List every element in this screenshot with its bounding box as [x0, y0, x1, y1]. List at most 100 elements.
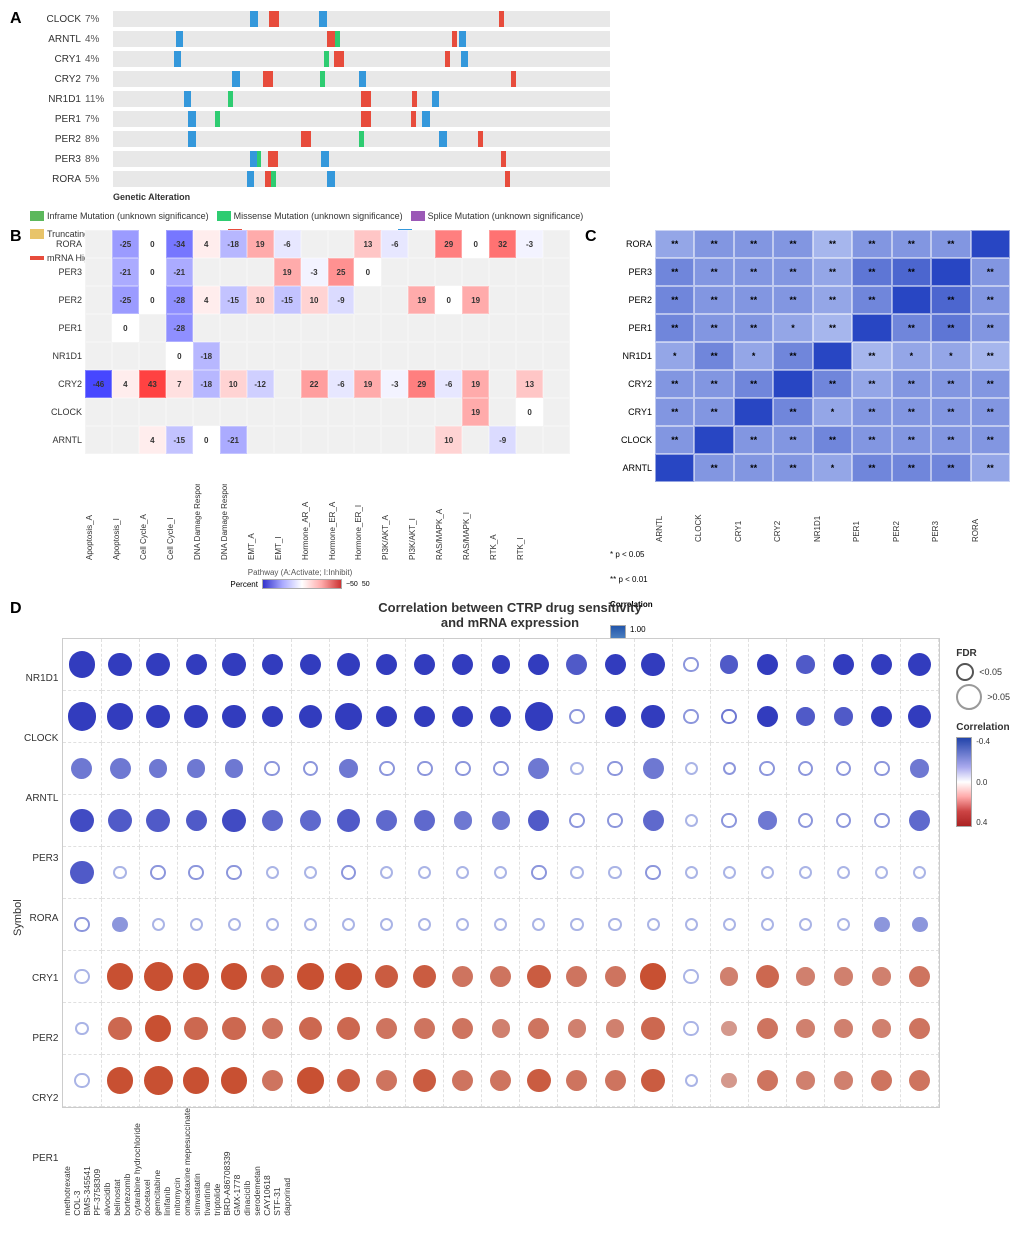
- heatmap-b-cell: 19: [462, 286, 489, 314]
- heatmap-b-row-label: PER2: [30, 286, 85, 314]
- dot-cell: [444, 639, 482, 691]
- dot: [647, 918, 660, 931]
- onco-bar: [268, 151, 278, 167]
- heatmap-b-cell: [489, 398, 516, 426]
- fdr-large: >0.05: [956, 684, 1010, 710]
- panel-b: RORA-250-344-1819-613-629032-3PER3-210-2…: [10, 230, 570, 589]
- onco-bar: [327, 171, 334, 187]
- dot: [112, 917, 128, 933]
- dot: [834, 967, 852, 985]
- dot: [683, 709, 699, 725]
- dot-x-label: omacetaxine mepesuccinate: [182, 1108, 192, 1220]
- dot: [74, 1073, 90, 1089]
- corr-cell: **: [773, 230, 812, 258]
- dot-cell: [254, 639, 292, 691]
- heatmap-b-cell: 13: [516, 370, 543, 398]
- dot: [375, 965, 399, 989]
- dot: [413, 965, 437, 989]
- dot: [683, 1021, 699, 1037]
- dot: [759, 761, 775, 777]
- corr-cell: [773, 370, 812, 398]
- gene-pct-nr1d1: 11%: [85, 94, 113, 105]
- corr-cell: **: [694, 454, 733, 482]
- corr-cell: **: [971, 398, 1010, 426]
- dot-cell: [673, 1055, 711, 1107]
- gene-track-per2: [113, 131, 610, 147]
- heatmap-b-col-label: Apoptosis_A: [85, 484, 112, 564]
- gene-label-nr1d1: NR1D1: [30, 94, 85, 105]
- onco-bar: [439, 131, 446, 147]
- dot: [874, 917, 890, 933]
- dot-cell: [749, 899, 787, 951]
- dot: [909, 966, 930, 987]
- onco-bar: [250, 151, 257, 167]
- dot: [871, 1070, 892, 1091]
- dot: [110, 758, 131, 779]
- onco-bar: [324, 51, 329, 67]
- dot-cell: [711, 899, 749, 951]
- dot: [569, 709, 585, 725]
- dot-x-label: gemcitabine: [152, 1108, 162, 1220]
- heatmap-b-cell: -28: [166, 286, 193, 314]
- fdr-large-circle: [956, 684, 982, 710]
- onco-bar: [247, 171, 254, 187]
- corr-cell: **: [813, 314, 852, 342]
- dot: [492, 811, 510, 829]
- corr-col-labels: ARNTLCLOCKCRY1CRY2NR1D1PER1PER2PER3RORA: [610, 484, 1010, 544]
- corr-cell: **: [655, 426, 694, 454]
- dot: [871, 706, 892, 727]
- dot: [757, 706, 778, 727]
- dot-y-label: PER1: [24, 1132, 58, 1184]
- dot-cell: [749, 951, 787, 1003]
- heatmap-b-cell: [301, 342, 328, 370]
- gene-track-clock: [113, 11, 610, 27]
- dot: [685, 814, 698, 827]
- dot: [70, 809, 94, 833]
- heatmap-b-cell: -15: [220, 286, 247, 314]
- heatmap-b-cell: -6: [381, 230, 408, 258]
- dot-cell: [520, 1055, 558, 1107]
- heatmap-b-cell: [112, 398, 139, 426]
- corr-cell: **: [655, 370, 694, 398]
- dot-cell: [787, 951, 825, 1003]
- heatmap-b-col-label: EMT_A: [247, 484, 274, 564]
- dot: [834, 1019, 852, 1037]
- dot: [452, 966, 473, 987]
- dot-cell: [292, 899, 330, 951]
- legend-color: [30, 211, 44, 221]
- dot-x-label: triptolide: [212, 1108, 222, 1220]
- dot: [150, 865, 166, 881]
- onco-bar: [445, 51, 450, 67]
- dot-cell: [520, 951, 558, 1003]
- dot: [836, 761, 852, 777]
- heatmap-b-col-labels: Apoptosis_AApoptosis_ICell Cycle_ACell C…: [30, 484, 570, 564]
- onco-bar: [215, 111, 220, 127]
- heatmap-b-cell: [301, 426, 328, 454]
- heatmap-b-cell: [543, 286, 570, 314]
- dot: [228, 918, 241, 931]
- fdr-legend: FDR <0.05 >0.05: [956, 648, 1010, 710]
- corr-cell: **: [852, 230, 891, 258]
- dot-y-label: NR1D1: [24, 652, 58, 704]
- corr-cell: **: [813, 230, 852, 258]
- dot-cell: [825, 795, 863, 847]
- dot-cell: [482, 743, 520, 795]
- dot: [721, 813, 737, 829]
- heatmap-b-cell: -3: [301, 258, 328, 286]
- dot-x-label: daporinad: [282, 1108, 292, 1220]
- heatmap-b-cell: [220, 258, 247, 286]
- dot-cell: [635, 1055, 673, 1107]
- dot-cell: [673, 691, 711, 743]
- dot-grid: [62, 638, 940, 1108]
- heatmap-b-cell: [274, 398, 301, 426]
- dot: [222, 705, 246, 729]
- dot-cell: [254, 899, 292, 951]
- heatmap-b-cell: 29: [408, 370, 435, 398]
- dot: [723, 762, 736, 775]
- corr-cell: **: [892, 454, 931, 482]
- dot-cell: [711, 1055, 749, 1107]
- dot-x-label: dinaciclib: [242, 1108, 252, 1220]
- heatmap-b-cell: 19: [247, 230, 274, 258]
- dot: [910, 759, 928, 777]
- dot: [184, 705, 208, 729]
